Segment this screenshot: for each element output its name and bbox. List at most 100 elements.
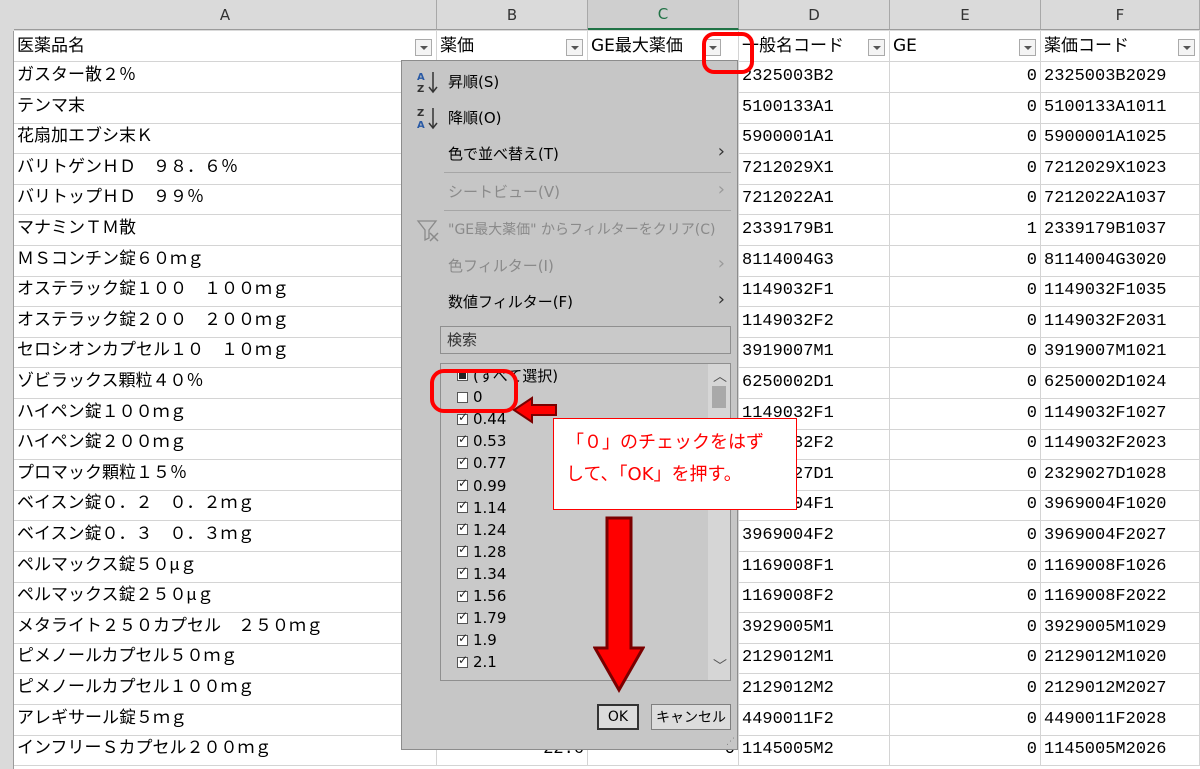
cell-d[interactable]: 1169008F2 [739, 582, 890, 614]
header-cell-a[interactable]: 医薬品名 [14, 31, 437, 62]
cell-e[interactable]: 0 [890, 62, 1041, 93]
filter-dropdown-button[interactable] [566, 39, 583, 56]
column-header-d[interactable]: D [739, 0, 890, 30]
cell-e[interactable]: 0 [890, 306, 1041, 338]
header-cell-e[interactable]: GE [890, 31, 1041, 62]
checkbox[interactable] [457, 498, 468, 514]
cell-a[interactable]: ピメノールカプセル１００ｍｇ [14, 674, 437, 705]
cell-a[interactable]: ハイペン錠１００ｍｇ [14, 398, 437, 430]
cell-a[interactable]: ベイスン錠０．２ ０．２ｍｇ [14, 490, 437, 522]
column-header-f[interactable]: F [1041, 0, 1200, 30]
checkbox[interactable] [457, 609, 468, 624]
cell-a[interactable]: バリトゲンＨＤ ９８．６％ [14, 153, 437, 185]
cell-a[interactable]: ゾビラックス顆粒４０％ [14, 368, 437, 399]
filter-list-item[interactable]: 2.1 [457, 651, 497, 673]
cell-e[interactable]: 0 [890, 276, 1041, 308]
cell-f[interactable]: 2129012M1020 [1041, 643, 1200, 675]
cell-e[interactable]: 0 [890, 368, 1041, 399]
cell-d[interactable]: 3929005M1 [739, 612, 890, 644]
checkbox[interactable] [457, 587, 468, 602]
column-header-a[interactable]: A [14, 0, 437, 30]
scrollbar-thumb[interactable] [712, 386, 726, 408]
cell-f[interactable]: 3919007M1021 [1041, 337, 1200, 369]
cell-f[interactable]: 1169008F2022 [1041, 582, 1200, 614]
search-input[interactable]: 検索 [440, 326, 731, 354]
cell-d[interactable]: 5100133A1 [739, 92, 890, 124]
cell-f[interactable]: 1149032F2031 [1041, 306, 1200, 338]
cell-e[interactable]: 0 [890, 123, 1041, 155]
cell-a[interactable]: セロシオンカプセル１０ １０ｍｇ [14, 337, 437, 369]
cell-e[interactable]: 0 [890, 459, 1041, 491]
cell-e[interactable]: 0 [890, 92, 1041, 124]
cell-a[interactable]: オステラック錠２００ ２００ｍｇ [14, 306, 437, 338]
cell-f[interactable]: 4490011F2028 [1041, 704, 1200, 736]
cell-f[interactable]: 8114004G3020 [1041, 245, 1200, 277]
filter-list-item[interactable]: 0.53 [457, 430, 506, 452]
cell-f[interactable]: 3969004F1020 [1041, 490, 1200, 522]
checkbox[interactable] [457, 542, 468, 558]
checkbox[interactable] [457, 476, 468, 491]
cell-a[interactable]: ガスター散２％ [14, 62, 437, 93]
cell-a[interactable]: ピメノールカプセル５０ｍｇ [14, 643, 437, 675]
cell-f[interactable]: 2325003B2029 [1041, 62, 1200, 93]
cell-d[interactable]: 3919007M1 [739, 337, 890, 369]
cell-f[interactable]: 1149032F2023 [1041, 429, 1200, 461]
checkbox[interactable] [457, 520, 468, 536]
checkbox[interactable] [457, 432, 468, 447]
cell-d[interactable]: 1169008F1 [739, 551, 890, 583]
cell-a[interactable]: インフリーＳカプセル２００ｍｇ [14, 735, 437, 767]
list-scrollbar[interactable]: ︿ ﹀ [708, 364, 730, 680]
column-header-e[interactable]: E [890, 0, 1041, 30]
cell-a[interactable]: メタライト２５０カプセル ２５０ｍｇ [14, 612, 437, 644]
filter-dropdown-button[interactable] [1019, 39, 1036, 56]
cell-d[interactable]: 2339179B1 [739, 215, 890, 246]
sort-descending-item[interactable]: Z A 降順(O) [402, 99, 737, 135]
cell-d[interactable]: 6250002D1 [739, 368, 890, 399]
cell-f[interactable]: 1145005M2026 [1041, 735, 1200, 767]
cell-e[interactable]: 0 [890, 674, 1041, 705]
cell-a[interactable]: テンマ末 [14, 92, 437, 124]
filter-list-item[interactable]: 1.9 [457, 629, 497, 651]
cell-e[interactable]: 0 [890, 153, 1041, 185]
cell-d[interactable]: 2325003B2 [739, 62, 890, 93]
cell-d[interactable]: 2129012M2 [739, 674, 890, 705]
cell-a[interactable]: ベイスン錠０．３ ０．３ｍｇ [14, 521, 437, 552]
sort-ascending-item[interactable]: A Z 昇順(S) [402, 63, 737, 99]
cell-f[interactable]: 3969004F2027 [1041, 521, 1200, 552]
cell-e[interactable]: 0 [890, 398, 1041, 430]
cell-e[interactable]: 0 [890, 337, 1041, 369]
cell-a[interactable]: ペルマックス錠２５０μｇ [14, 582, 437, 614]
cell-f[interactable]: 2339179B1037 [1041, 215, 1200, 246]
cell-f[interactable]: 6250002D1024 [1041, 368, 1200, 399]
cell-d[interactable]: 4490011F2 [739, 704, 890, 736]
cell-e[interactable]: 0 [890, 551, 1041, 583]
checkbox[interactable] [457, 410, 468, 425]
cell-f[interactable]: 3929005M1029 [1041, 612, 1200, 644]
cell-e[interactable]: 0 [890, 735, 1041, 767]
filter-list-item[interactable]: 0.99 [457, 475, 506, 497]
filter-list-item[interactable]: 1.34 [457, 563, 506, 585]
filter-dropdown-button[interactable] [415, 39, 432, 56]
cell-f[interactable]: 2129012M2027 [1041, 674, 1200, 705]
filter-list-item[interactable]: 1.14 [457, 497, 506, 519]
cell-a[interactable]: 花扇加エブシ末Ｋ [14, 123, 437, 155]
cell-f[interactable]: 7212029X1023 [1041, 153, 1200, 185]
chevron-up-icon[interactable]: ︿ [713, 366, 727, 386]
cell-d[interactable]: 1149032F1 [739, 276, 890, 308]
cell-d[interactable]: 2129012M1 [739, 643, 890, 675]
cell-a[interactable]: ハイペン錠２００ｍｇ [14, 429, 437, 461]
cell-d[interactable]: 3969004F2 [739, 521, 890, 552]
cell-d[interactable]: 5900001A1 [739, 123, 890, 155]
checkbox[interactable] [457, 653, 468, 668]
header-cell-f[interactable]: 薬価コード [1041, 31, 1200, 62]
cell-d[interactable]: 8114004G3 [739, 245, 890, 277]
cancel-button[interactable]: キャンセル [651, 704, 731, 730]
checkbox[interactable] [457, 631, 468, 646]
cell-d[interactable]: 7212029X1 [739, 153, 890, 185]
filter-list-item[interactable]: 1.79 [457, 607, 506, 629]
cell-a[interactable]: バリトップＨＤ ９９％ [14, 184, 437, 216]
filter-dropdown-button[interactable] [868, 39, 885, 56]
ok-button[interactable]: OK [597, 704, 639, 730]
checkbox[interactable] [457, 564, 468, 580]
cell-a[interactable]: マナミンＴＭ散 [14, 215, 437, 246]
